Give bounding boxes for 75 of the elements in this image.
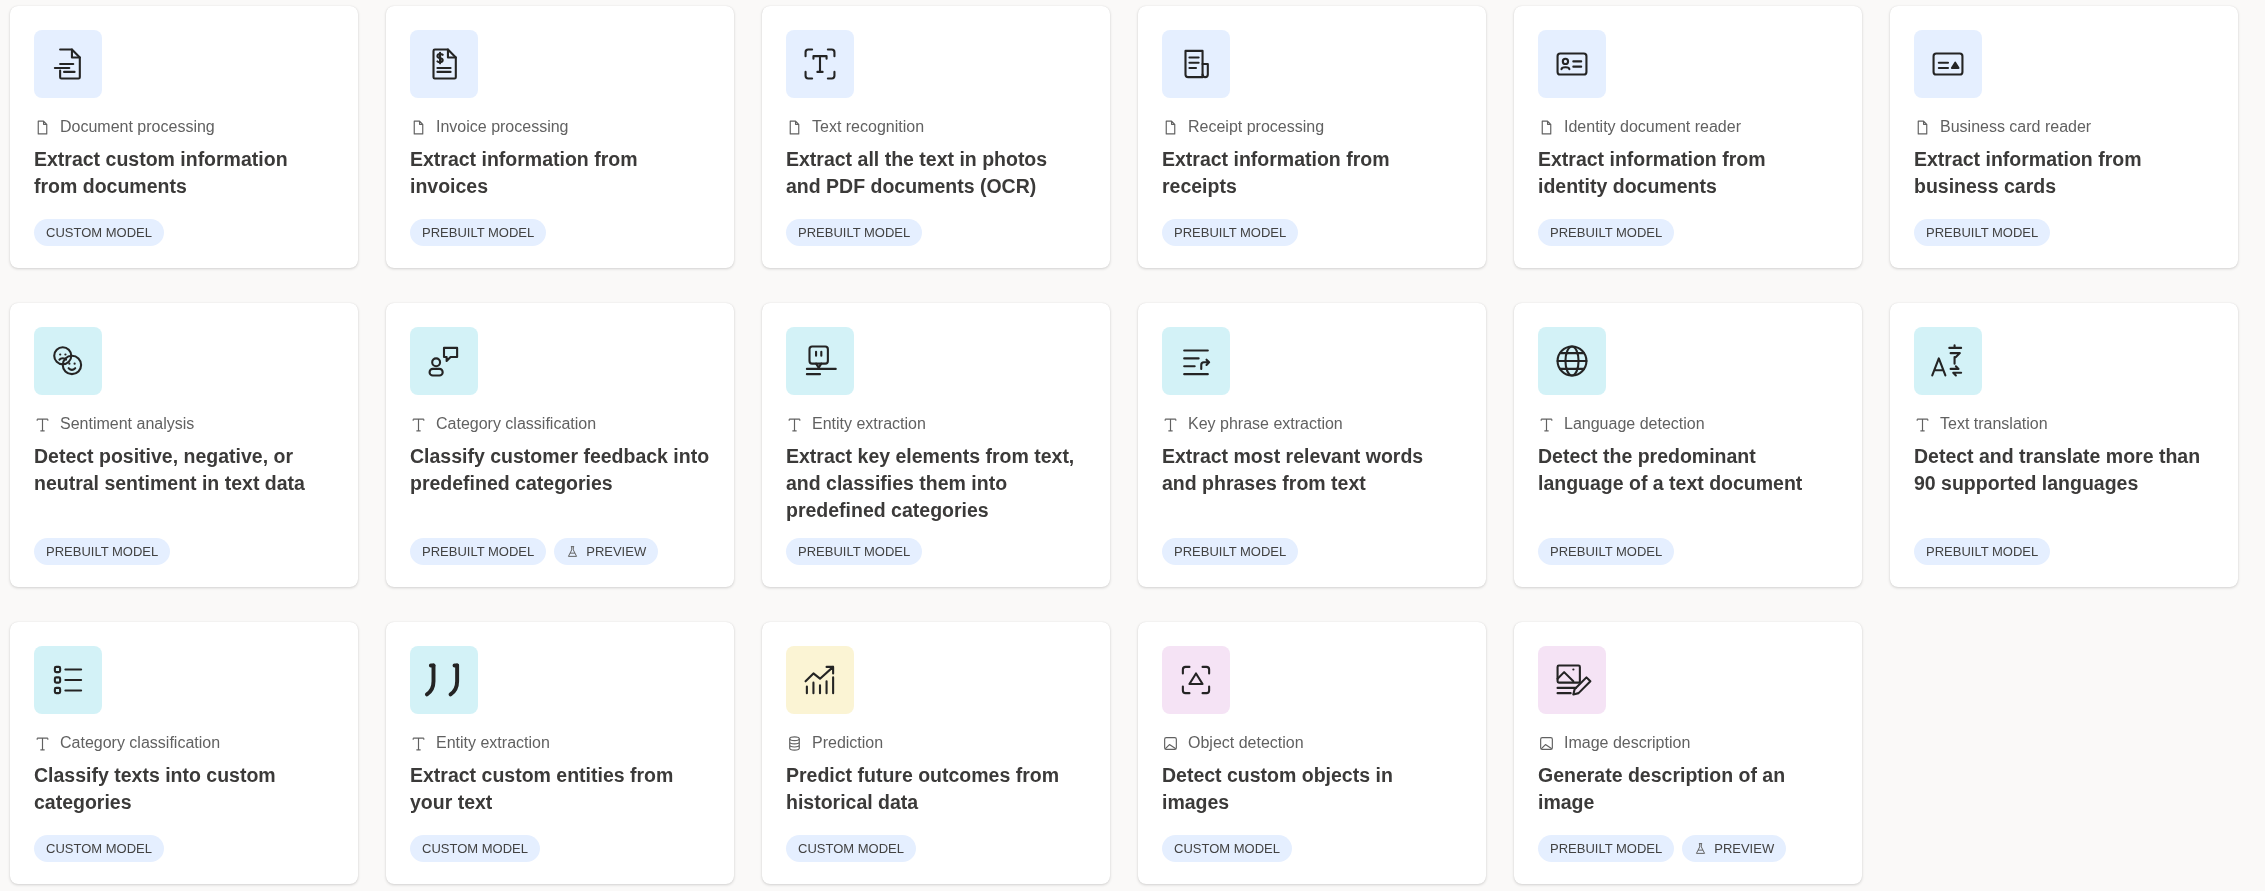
model-badge: PREBUILT MODEL [1914, 538, 2051, 565]
service-card[interactable]: Key phrase extraction Extract most relevant words and phrases from text PREBUILT MODEL [1138, 303, 1486, 587]
category-label: Category classification [436, 415, 597, 433]
model-badge: CUSTOM MODEL [34, 835, 164, 862]
category-label: Identity document reader [1564, 118, 1741, 136]
service-card[interactable]: Identity document reader Extract information from identity documents PREBUILT MODEL [1514, 6, 1862, 268]
service-card[interactable]: Object detection Detect custom objects in images CUSTOM MODEL [1138, 622, 1486, 884]
image-icon [1162, 734, 1179, 752]
preview-badge: PREVIEW [1682, 835, 1787, 862]
model-badge: PREBUILT MODEL [1162, 538, 1299, 565]
service-card[interactable]: Business card reader Extract information from business cards PREBUILT MODEL [1890, 6, 2238, 268]
service-card[interactable]: Entity extraction Extract custom entities from your text CUSTOM MODEL [386, 622, 734, 884]
model-badge: PREBUILT MODEL [1162, 219, 1299, 246]
category-label: Business card reader [1940, 118, 2092, 136]
model-badge: PREBUILT MODEL [410, 219, 547, 246]
model-badge: PREBUILT MODEL [786, 538, 923, 565]
card-title: Extract all the text in photos and PDF documents (OCR) [786, 147, 1049, 199]
model-badge: PREBUILT MODEL [1914, 219, 2051, 246]
service-card[interactable]: Text translation Detect and translate more than 90 supported languages PREBUILT MODEL [1890, 303, 2238, 587]
model-badge: PREBUILT MODEL [1538, 835, 1675, 862]
model-badge: CUSTOM MODEL [34, 219, 164, 246]
category-label: Receipt processing [1188, 118, 1325, 136]
card-title: Detect the predominant language of a text document [1538, 444, 1804, 496]
card-title: Extract information from business cards [1914, 147, 2143, 199]
card-title: Extract information from receipts [1162, 147, 1391, 199]
model-badge: CUSTOM MODEL [786, 835, 916, 862]
category-label: Category classification [60, 734, 221, 752]
service-card[interactable]: Document processing Extract custom information from documents CUSTOM MODEL [10, 6, 358, 268]
model-badge: CUSTOM MODEL [410, 835, 540, 862]
category-label: Text recognition [812, 118, 925, 136]
card-title: Extract most relevant words and phrases from text [1162, 444, 1425, 496]
category-label: Language detection [1564, 415, 1705, 433]
service-card[interactable]: Language detection Detect the predominant language of a text document PREBUILT MODEL [1514, 303, 1862, 587]
service-card[interactable]: Entity extraction Extract key elements from text, and classifies them into predefined categories PREBUILT MODEL [762, 303, 1110, 587]
model-badge: PREBUILT MODEL [786, 219, 923, 246]
card-title: Classify texts into custom categories [34, 763, 277, 815]
card-title: Extract information from invoices [410, 147, 639, 199]
database-icon [786, 734, 803, 752]
category-label: Document processing [60, 118, 215, 136]
flask-icon [566, 545, 580, 558]
service-card[interactable]: Image description Generate description of an image PREBUILT MODEL PREVIEW [1514, 622, 1862, 884]
card-title: Predict future outcomes from historical data [786, 763, 1061, 815]
category-label: Entity extraction [436, 734, 550, 752]
service-card[interactable]: Category classification Classify customer feedback into predefined categories PREBUILT MODEL PREVIEW [386, 303, 734, 587]
category-label: Invoice processing [436, 118, 569, 136]
category-label: Key phrase extraction [1188, 415, 1343, 433]
category-label: Sentiment analysis [60, 415, 195, 433]
card-title: Generate description of an image [1538, 763, 1787, 815]
card-title: Extract custom entities from your text [410, 763, 675, 815]
card-title: Extract key elements from text, and classifies them into predefined categories [786, 444, 1076, 523]
service-card[interactable]: Receipt processing Extract information from receipts PREBUILT MODEL [1138, 6, 1486, 268]
card-title: Detect custom objects in images [1162, 763, 1394, 815]
category-label: Object detection [1188, 734, 1304, 752]
category-label: Prediction [812, 734, 884, 752]
service-card[interactable]: Prediction Predict future outcomes from historical data CUSTOM MODEL [762, 622, 1110, 884]
service-card[interactable]: Invoice processing Extract information from invoices PREBUILT MODEL [386, 6, 734, 268]
image-icon [1538, 734, 1555, 752]
flask-icon [1694, 842, 1708, 855]
category-label: Image description [1564, 734, 1691, 752]
model-badge: PREBUILT MODEL [1538, 538, 1675, 565]
category-label: Entity extraction [812, 415, 926, 433]
service-card[interactable]: Category classification Classify texts into custom categories CUSTOM MODEL [10, 622, 358, 884]
card-title: Detect and translate more than 90 supported languages [1914, 444, 2202, 496]
card-title: Extract information from identity documents [1538, 147, 1767, 199]
category-label: Text translation [1940, 415, 2048, 433]
service-card[interactable]: Sentiment analysis Detect positive, negative, or neutral sentiment in text data PREBUILT MODEL [10, 303, 358, 587]
card-title: Detect positive, negative, or neutral sentiment in text data [34, 444, 306, 496]
card-title: Extract custom information from documents [34, 147, 289, 199]
model-badge: PREBUILT MODEL [34, 538, 171, 565]
model-badge: PREBUILT MODEL [1538, 219, 1675, 246]
model-badge: CUSTOM MODEL [1162, 835, 1292, 862]
service-card[interactable]: Text recognition Extract all the text in photos and PDF documents (OCR) PREBUILT MODEL [762, 6, 1110, 268]
card-title: Classify customer feedback into predefined categories [410, 444, 710, 496]
model-badge: PREBUILT MODEL [410, 538, 547, 565]
preview-badge: PREVIEW [554, 538, 659, 565]
